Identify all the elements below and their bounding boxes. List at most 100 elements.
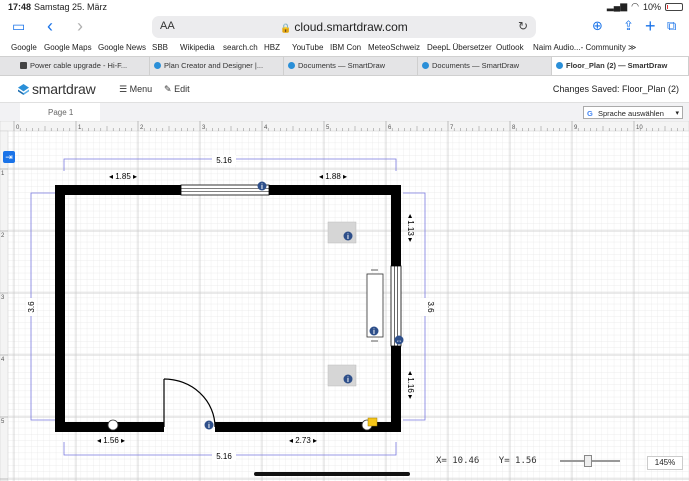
bookmark-item[interactable]: Naim Audio...- Community — [533, 43, 626, 52]
google-icon: G — [587, 109, 593, 118]
tab-favicon-icon — [422, 62, 429, 69]
bookmark-item[interactable]: HBZ — [264, 43, 280, 52]
logo-text: smartdraw — [32, 81, 96, 97]
bookmark-item[interactable]: DeepL Übersetzer — [427, 43, 492, 52]
address-bar[interactable]: AA 🔒 cloud.smartdraw.com ↻ — [152, 16, 536, 38]
dim-bottom-left-segment: ◂ 1.56 ▸ — [97, 436, 125, 445]
browser-tab[interactable]: Documents — SmartDraw — [418, 57, 552, 75]
wall-left[interactable] — [55, 185, 65, 432]
menu-button[interactable]: ☰ Menu — [119, 84, 152, 95]
download-icon[interactable]: ⊕ — [592, 16, 603, 36]
panel-toggle-icon[interactable]: ⇥ — [3, 151, 15, 163]
browser-tab[interactable]: Plan Creator and Designer |... — [150, 57, 284, 75]
lock-icon: 🔒 — [280, 23, 292, 33]
window-right[interactable] — [390, 265, 402, 347]
bookmark-item[interactable]: IBM Con — [330, 43, 361, 52]
menu-label: Menu — [129, 84, 153, 94]
tab-bar: Power cable upgrade - Hi-F... Plan Creato… — [0, 56, 689, 76]
browser-tab[interactable]: Documents — SmartDraw — [284, 57, 418, 75]
outlet-icon[interactable] — [107, 419, 119, 431]
status-time: 17:48 — [8, 2, 32, 12]
cursor-coordinates: X= 10.46 Y= 1.56 — [436, 456, 551, 466]
bookmark-item[interactable]: YouTube — [292, 43, 323, 52]
bookmark-item[interactable]: SBB — [152, 43, 168, 52]
cursor-y: Y= 1.56 — [498, 456, 537, 466]
browser-toolbar: ▭ ‹ › AA 🔒 cloud.smartdraw.com ↻ ⊕ ⇪ + ⧉ — [0, 13, 689, 41]
hamburger-icon: ☰ — [119, 84, 128, 94]
chevron-down-icon: ▾ — [675, 110, 679, 117]
url-value: cloud.smartdraw.com — [294, 20, 408, 34]
cursor-x: X= 10.46 — [436, 456, 480, 466]
forward-icon[interactable]: › — [77, 16, 83, 36]
sidebar-icon[interactable]: ▭ — [12, 16, 25, 36]
status-bar: 17:48 Samstag 25. März ▂▄▆ ◠ 10% — [0, 0, 689, 13]
dim-top-right-segment: ◂ 1.88 ▸ — [319, 172, 347, 181]
svg-text:i: i — [347, 377, 349, 384]
svg-text:i: i — [373, 329, 375, 336]
save-status: Changes Saved: Floor_Plan (2) — [552, 84, 679, 94]
url-text: 🔒 cloud.smartdraw.com — [152, 20, 536, 34]
bookmark-item[interactable]: Google Maps — [44, 43, 92, 52]
window-top[interactable] — [180, 184, 270, 196]
tab-overview-icon[interactable]: ⧉ — [667, 16, 676, 36]
bookmark-item[interactable]: Wikipedia — [180, 43, 215, 52]
dim-top-left-segment: ◂ 1.85 ▸ — [109, 172, 137, 181]
reload-icon[interactable]: ↻ — [518, 19, 528, 33]
dim-right-bottom-segment: ◂ 1.16 ▸ — [406, 371, 415, 399]
bookmark-item[interactable]: Google News — [98, 43, 146, 52]
bookmarks-bar: Google Google Maps Google News SBB Wikipedia… — [0, 41, 689, 55]
tab-favicon-icon — [154, 62, 161, 69]
back-icon[interactable]: ‹ — [47, 16, 53, 36]
svg-text:i: i — [208, 423, 210, 430]
svg-text:i: i — [261, 184, 263, 191]
smartdraw-logo-icon — [18, 84, 29, 95]
browser-tab-label: Floor_Plan (2) — SmartDraw — [566, 61, 668, 70]
smartdraw-logo: smartdraw — [18, 81, 96, 97]
bookmark-item[interactable]: Google — [11, 43, 37, 52]
wifi-icon: ◠ — [631, 1, 639, 11]
browser-tab-label: Documents — SmartDraw — [298, 61, 386, 70]
tab-favicon-icon — [556, 62, 563, 69]
object-placeholder-top[interactable] — [327, 221, 357, 244]
tab-favicon-icon — [20, 62, 27, 69]
app-header: smartdraw ☰ Menu ✎ Edit Changes Saved: F… — [0, 76, 689, 102]
status-date: Samstag 25. März — [34, 2, 108, 12]
zoom-slider-handle[interactable] — [584, 455, 592, 467]
language-select[interactable]: G Sprache auswählen ▾ — [583, 106, 683, 119]
pencil-icon: ✎ — [164, 84, 172, 94]
bookmark-item[interactable]: search.ch — [223, 43, 258, 52]
left-ruler — [0, 130, 9, 481]
dim-top-overall: 5.16 — [216, 156, 232, 165]
battery-icon — [665, 2, 683, 11]
battery-percent: 10% — [642, 1, 661, 12]
zoom-percent[interactable]: 145% — [647, 456, 683, 470]
bookmark-item[interactable]: MeteoSchweiz — [368, 43, 420, 52]
tab-favicon-icon — [288, 62, 295, 69]
page-tab-row: Page 1 G Sprache auswählen ▾ — [0, 102, 689, 122]
bookmark-item[interactable]: Outlook — [496, 43, 524, 52]
svg-text:⇔: ⇔ — [396, 338, 403, 345]
dim-right-top-segment: ◂ 1.13 ▸ — [406, 214, 415, 242]
signal-icon: ▂▄▆ — [606, 1, 628, 11]
top-ruler — [0, 121, 689, 132]
browser-tab[interactable]: Floor_Plan (2) — SmartDraw — [552, 57, 689, 75]
browser-tab-label: Documents — SmartDraw — [432, 61, 520, 70]
bookmarks-overflow-icon[interactable]: ≫ — [628, 43, 636, 52]
status-right: ▂▄▆ ◠ 10% — [607, 1, 683, 12]
dim-bottom-overall: 5.16 — [216, 452, 232, 461]
edit-button[interactable]: ✎ Edit — [164, 84, 190, 95]
new-tab-icon[interactable]: + — [645, 16, 656, 36]
share-icon[interactable]: ⇪ — [623, 16, 634, 36]
dim-bottom-right-segment: ◂ 2.73 ▸ — [289, 436, 317, 445]
home-indicator — [254, 472, 410, 476]
dim-left-overall: 3.6 — [27, 301, 36, 313]
drawing-canvas[interactable]: 012345678910 123456 5.16 5.16 3.6 3.6 — [0, 121, 689, 481]
ruler-label: 10 — [636, 125, 643, 131]
browser-tab[interactable]: Power cable upgrade - Hi-F... — [16, 57, 150, 75]
language-select-label: Sprache auswählen — [598, 109, 664, 118]
page-tab[interactable]: Page 1 — [20, 103, 100, 122]
dim-right-overall: 3.6 — [426, 301, 435, 313]
svg-text:i: i — [347, 234, 349, 241]
object-placeholder-bottom[interactable] — [327, 364, 357, 387]
warning-marker-icon[interactable] — [367, 417, 378, 427]
